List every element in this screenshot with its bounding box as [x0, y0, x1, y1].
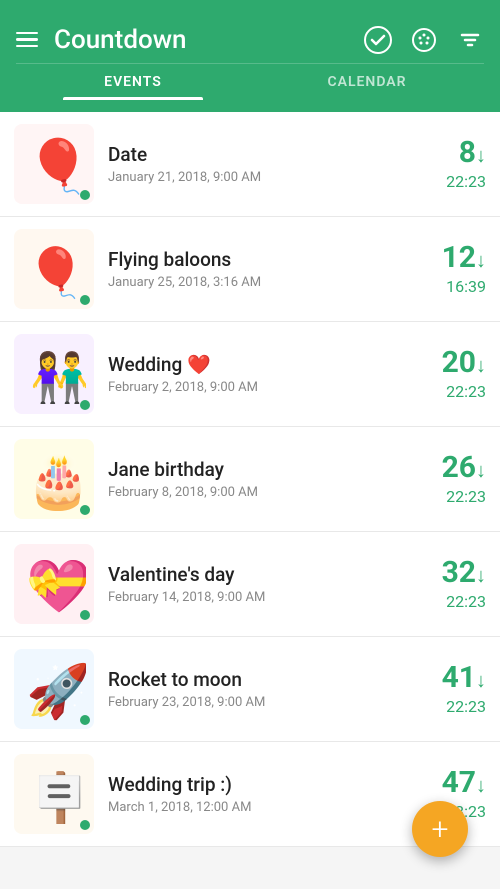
header: Countdown — [0, 0, 500, 112]
event-info: Rocket to moon February 23, 2018, 9:00 A… — [108, 668, 416, 710]
event-time: 22:23 — [446, 382, 486, 401]
event-name: Rocket to moon — [108, 668, 416, 691]
event-days: 8↓ — [459, 138, 486, 168]
event-info: Date January 21, 2018, 9:00 AM — [108, 143, 416, 185]
event-date: February 2, 2018, 9:00 AM — [108, 380, 416, 395]
list-item[interactable]: 💝 Valentine's day February 14, 2018, 9:0… — [0, 532, 500, 637]
event-thumb: 💝 — [14, 544, 94, 624]
done-icon[interactable] — [364, 26, 392, 54]
event-dot — [80, 610, 90, 620]
list-item[interactable]: 🎂 Jane birthday February 8, 2018, 9:00 A… — [0, 427, 500, 532]
event-thumb: 🚀 — [14, 649, 94, 729]
app-title: Countdown — [54, 25, 364, 55]
event-thumb: 🎈 — [14, 124, 94, 204]
event-info: Flying baloons January 25, 2018, 3:16 AM — [108, 248, 416, 290]
event-thumb: 🎈 — [14, 229, 94, 309]
event-name: Valentine's day — [108, 563, 416, 586]
fab-add-event[interactable]: + — [412, 801, 468, 857]
event-date: January 25, 2018, 3:16 AM — [108, 275, 416, 290]
event-time: 22:23 — [446, 697, 486, 716]
header-icons — [364, 26, 484, 54]
event-date: January 21, 2018, 9:00 AM — [108, 170, 416, 185]
event-days: 41↓ — [442, 663, 486, 693]
svg-text:🎈: 🎈 — [26, 244, 86, 301]
event-info: Wedding trip :) March 1, 2018, 12:00 AM — [108, 773, 416, 815]
event-thumb: 🎂 — [14, 439, 94, 519]
event-name: Flying baloons — [108, 248, 416, 271]
event-name: Wedding trip :) — [108, 773, 416, 796]
filter-icon[interactable] — [456, 26, 484, 54]
event-name: Wedding ❤️ — [108, 353, 416, 376]
event-days: 47↓ — [442, 768, 486, 798]
event-time: 22:23 — [446, 172, 486, 191]
event-days: 12↓ — [442, 243, 486, 273]
event-thumb: 🪧 — [14, 754, 94, 834]
tab-calendar[interactable]: CALENDAR — [250, 64, 484, 100]
event-thumb: 👫 — [14, 334, 94, 414]
event-days: 20↓ — [442, 348, 486, 378]
menu-icon[interactable] — [16, 32, 38, 48]
event-time: 22:23 — [446, 592, 486, 611]
event-name: Jane birthday — [108, 458, 416, 481]
tab-events[interactable]: EVENTS — [16, 64, 250, 100]
svg-text:👫: 👫 — [30, 349, 86, 406]
event-time: 22:23 — [446, 487, 486, 506]
event-countdown: 41↓ 22:23 — [416, 663, 486, 716]
list-item[interactable]: 🎈 Flying baloons January 25, 2018, 3:16 … — [0, 217, 500, 322]
svg-text:🎈: 🎈 — [26, 135, 86, 196]
events-list: 🎈 Date January 21, 2018, 9:00 AM 8↓ 22:2… — [0, 112, 500, 847]
event-dot — [80, 715, 90, 725]
event-dot — [80, 820, 90, 830]
event-days: 26↓ — [442, 453, 486, 483]
event-date: February 14, 2018, 9:00 AM — [108, 590, 416, 605]
palette-icon[interactable] — [410, 26, 438, 54]
event-date: February 8, 2018, 9:00 AM — [108, 485, 416, 500]
event-info: Valentine's day February 14, 2018, 9:00 … — [108, 563, 416, 605]
event-dot — [80, 505, 90, 515]
event-time: 16:39 — [446, 277, 486, 296]
list-item[interactable]: 🎈 Date January 21, 2018, 9:00 AM 8↓ 22:2… — [0, 112, 500, 217]
event-info: Jane birthday February 8, 2018, 9:00 AM — [108, 458, 416, 500]
event-countdown: 32↓ 22:23 — [416, 558, 486, 611]
list-item[interactable]: 🚀 Rocket to moon February 23, 2018, 9:00… — [0, 637, 500, 742]
event-countdown: 8↓ 22:23 — [416, 138, 486, 191]
event-countdown: 20↓ 22:23 — [416, 348, 486, 401]
event-name: Date — [108, 143, 416, 166]
event-days: 32↓ — [442, 558, 486, 588]
svg-text:🚀: 🚀 — [26, 661, 86, 721]
event-dot — [80, 190, 90, 200]
list-item[interactable]: 👫 Wedding ❤️ February 2, 2018, 9:00 AM 2… — [0, 322, 500, 427]
event-date: March 1, 2018, 12:00 AM — [108, 800, 416, 815]
event-countdown: 12↓ 16:39 — [416, 243, 486, 296]
tabs: EVENTS CALENDAR — [16, 63, 484, 100]
header-top: Countdown — [16, 13, 484, 63]
event-dot — [80, 295, 90, 305]
svg-text:💝: 💝 — [26, 556, 86, 616]
event-dot — [80, 400, 90, 410]
event-info: Wedding ❤️ February 2, 2018, 9:00 AM — [108, 353, 416, 395]
event-countdown: 26↓ 22:23 — [416, 453, 486, 506]
svg-text:🪧: 🪧 — [30, 769, 86, 826]
event-date: February 23, 2018, 9:00 AM — [108, 695, 416, 710]
svg-text:🎂: 🎂 — [26, 450, 86, 511]
